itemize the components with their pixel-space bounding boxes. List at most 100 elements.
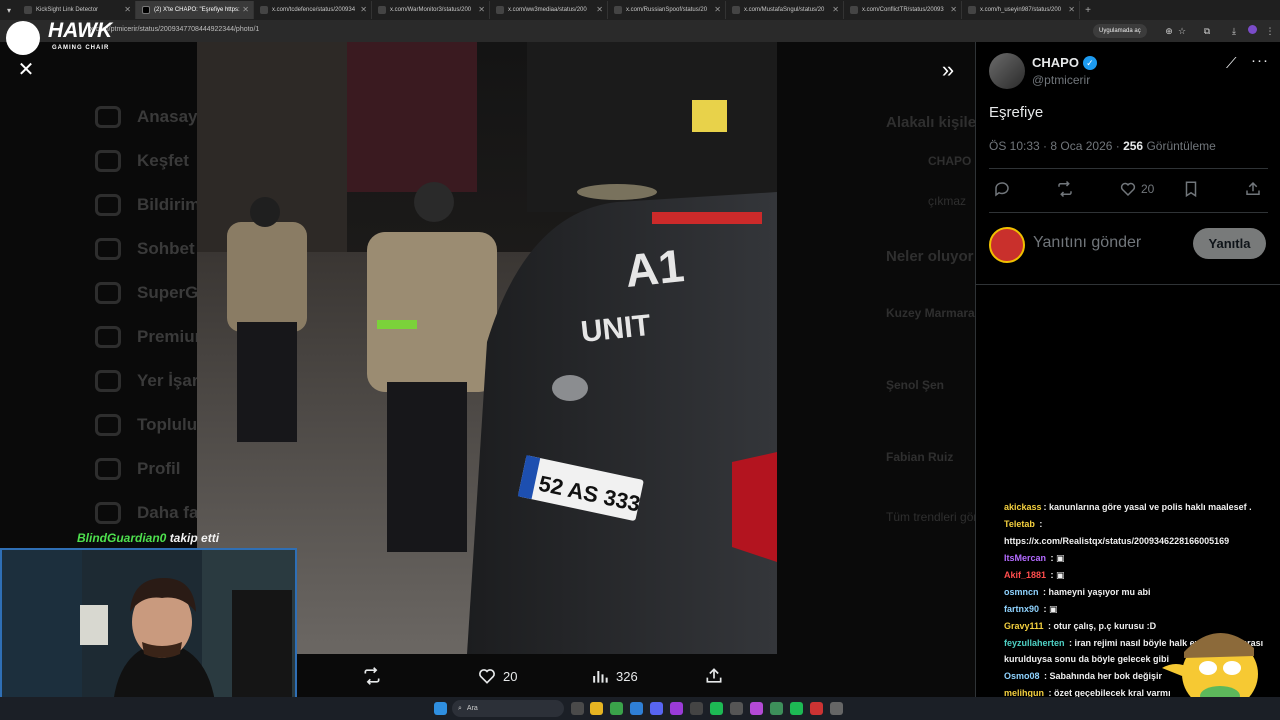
file-explorer-icon[interactable] xyxy=(590,702,603,715)
app-icon[interactable] xyxy=(830,702,843,715)
mail-icon xyxy=(95,238,121,260)
spotify-icon[interactable] xyxy=(790,702,803,715)
communities-icon xyxy=(95,414,121,436)
my-avatar[interactable] xyxy=(989,227,1025,263)
spotify-icon[interactable] xyxy=(710,702,723,715)
heart-icon xyxy=(1120,182,1136,197)
more-icon[interactable]: ··· xyxy=(1251,52,1269,69)
obs-icon[interactable] xyxy=(750,702,763,715)
webcam-image xyxy=(2,550,295,718)
close-tab-icon[interactable]: ✕ xyxy=(124,5,131,14)
analytics-icon xyxy=(593,671,608,683)
close-tab-icon[interactable]: ✕ xyxy=(950,5,957,14)
bg-nav-item: Sohbet xyxy=(95,238,195,260)
home-icon xyxy=(95,106,121,128)
grok-icon[interactable]: ⟋ xyxy=(1226,55,1237,72)
close-tab-icon[interactable]: ✕ xyxy=(242,5,249,14)
like-button[interactable]: 20 xyxy=(1119,180,1154,198)
star-icon[interactable]: ☆ xyxy=(1176,25,1188,37)
divider xyxy=(989,212,1268,213)
bg-whats-happening: Neler oluyor xyxy=(886,248,974,265)
browser-tab[interactable]: x.com/ww3mediaa/status/200 ✕ xyxy=(490,1,608,19)
tab-search-icon[interactable]: ▾ xyxy=(0,6,18,15)
browser-tab[interactable]: x.com/h_useyin987/status/200 ✕ xyxy=(962,1,1080,19)
open-in-app-button[interactable]: Uygulamada aç xyxy=(1093,24,1147,38)
browser-tab[interactable]: KickSight Link Detector ✕ xyxy=(18,1,136,19)
browser-tab[interactable]: x.com/tcdefence/status/200934 ✕ xyxy=(254,1,372,19)
app-icon[interactable] xyxy=(690,702,703,715)
bg-trend: Fabian Ruiz xyxy=(886,450,954,464)
tweet-text: Eşrefiye xyxy=(989,104,1044,121)
download-icon[interactable]: ⤓ xyxy=(1228,25,1240,37)
x-logo-icon xyxy=(142,6,150,14)
search-icon xyxy=(95,150,121,172)
browser-tab[interactable]: x.com/WarMonitor3/status/200 ✕ xyxy=(372,1,490,19)
app-icon[interactable] xyxy=(730,702,743,715)
edge-icon[interactable] xyxy=(630,702,643,715)
retweet-button[interactable] xyxy=(362,666,388,686)
bookmark-icon xyxy=(95,370,121,392)
tweet-time[interactable]: ÖS 10:33 · 8 Oca 2026 · xyxy=(989,139,1123,153)
bg-related-heading: Alakalı kişiler xyxy=(886,114,982,131)
discord-icon[interactable] xyxy=(650,702,663,715)
taskbar-search[interactable]: ⌕ Ara xyxy=(452,700,564,717)
close-tab-icon[interactable]: ✕ xyxy=(596,5,603,14)
author-handle[interactable]: @ptmicerir xyxy=(1032,73,1090,87)
browser-tab-active[interactable]: (2) X'te CHAPO: "Eşrefiye https: ✕ xyxy=(136,1,254,19)
author-name[interactable]: CHAPO ✓ xyxy=(1032,55,1097,70)
retweet-button[interactable] xyxy=(1056,180,1074,198)
extensions-icon[interactable]: ⧉ xyxy=(1201,25,1213,37)
close-tab-icon[interactable]: ✕ xyxy=(832,5,839,14)
app-icon[interactable] xyxy=(770,702,783,715)
bookmark-button[interactable] xyxy=(1182,180,1200,198)
chrome-icon[interactable] xyxy=(610,702,623,715)
double-chevron-right-icon[interactable]: » xyxy=(934,57,962,83)
taskbar-search-placeholder: Ara xyxy=(466,705,478,712)
close-tab-icon[interactable]: ✕ xyxy=(360,5,367,14)
share-button[interactable] xyxy=(704,666,724,686)
x-logo-icon xyxy=(732,6,740,14)
reply-button[interactable] xyxy=(993,180,1011,198)
close-tab-icon[interactable]: ✕ xyxy=(478,5,485,14)
windows-start-icon[interactable] xyxy=(434,702,447,715)
search-icon: ⌕ xyxy=(458,704,462,712)
share-button[interactable] xyxy=(1244,180,1262,198)
browser-tab-strip: ▾ KickSight Link Detector ✕ (2) X'te CHAP… xyxy=(0,0,1280,20)
avatar[interactable] xyxy=(989,53,1025,89)
views-button[interactable]: 326 xyxy=(590,666,638,686)
screen: ▾ KickSight Link Detector ✕ (2) X'te CHAP… xyxy=(0,0,1280,720)
reply-input[interactable]: Yanıtını gönder xyxy=(1033,234,1141,252)
like-button[interactable]: 20 xyxy=(477,666,517,686)
app-icon[interactable] xyxy=(810,702,823,715)
close-icon[interactable]: ✕ xyxy=(14,58,38,82)
bg-nav-item: Keşfet xyxy=(95,150,189,172)
follow-text: takip etti xyxy=(169,531,220,545)
close-tab-icon[interactable]: ✕ xyxy=(714,5,721,14)
bg-trend-link: Tüm trendleri gör xyxy=(886,510,978,524)
x-logo-icon xyxy=(614,6,622,14)
chat-message: ItsMercan : ▣ xyxy=(1004,553,1065,563)
chat-message: Osmo08 : Sabahında her bok değişir xyxy=(1004,671,1163,681)
bg-trend: Kuzey Marmara xyxy=(886,306,975,320)
tweet-view-count: 256 xyxy=(1123,139,1144,153)
chat-message: Akif_1881 : ▣ xyxy=(1004,570,1065,580)
x-logo-icon xyxy=(968,6,976,14)
new-tab-icon[interactable]: + xyxy=(1080,5,1096,16)
profile-icon[interactable] xyxy=(1246,25,1258,37)
browser-tab[interactable]: x.com/ConflictTR/status/20093 ✕ xyxy=(844,1,962,19)
menu-icon[interactable]: ⋮ xyxy=(1264,25,1276,37)
windows-taskbar: ⌕ Ara xyxy=(0,697,1280,720)
zoom-icon[interactable]: ⊕ xyxy=(1163,25,1175,37)
reply-submit-button[interactable]: Yanıtla xyxy=(1193,228,1266,259)
task-view-icon[interactable] xyxy=(571,702,584,715)
x-logo-icon xyxy=(95,326,121,348)
browser-tab[interactable]: x.com/RussianSpoof/status/20 ✕ xyxy=(608,1,726,19)
bookmark-icon xyxy=(1185,181,1197,198)
close-tab-icon[interactable]: ✕ xyxy=(1068,5,1075,14)
tab-favicon-icon xyxy=(24,6,32,14)
browser-tab[interactable]: x.com/MustafaSngul/status/20 ✕ xyxy=(726,1,844,19)
follower-name: BlindGuardian0 xyxy=(77,531,167,545)
app-icon[interactable] xyxy=(670,702,683,715)
bell-icon xyxy=(95,194,121,216)
url-field[interactable]: x.com/ptmicerir/status/20093477084449223… xyxy=(90,26,259,33)
